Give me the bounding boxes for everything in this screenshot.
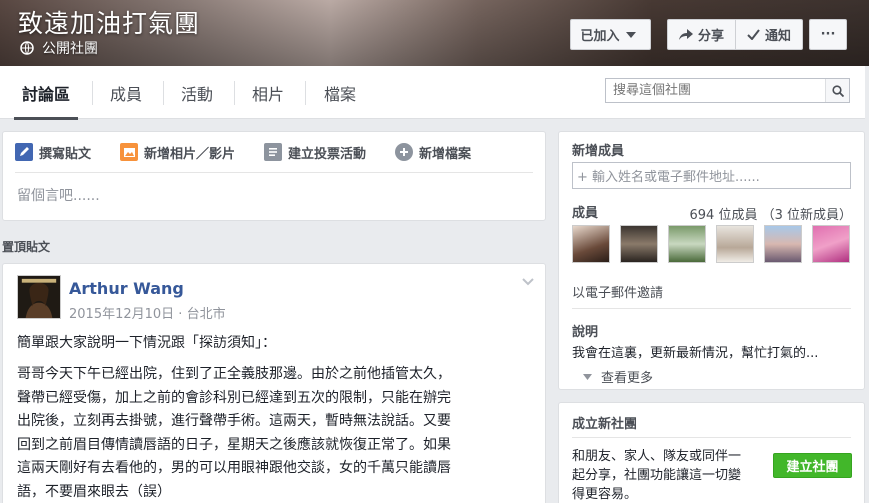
description-heading: 說明 [572, 325, 599, 340]
tab-divider [92, 81, 93, 105]
see-more-label: 查看更多 [601, 371, 654, 386]
share-label: 分享 [697, 29, 724, 44]
invite-by-email-link[interactable]: 以電子郵件邀請 [572, 282, 663, 301]
members-heading[interactable]: 成員 [572, 202, 598, 221]
new-members-heading: 新增成員 [572, 144, 625, 159]
composer-input[interactable]: 留個言吧...... [17, 185, 100, 205]
composer-tab-file[interactable]: 新增檔案 [395, 143, 471, 162]
chevron-down-icon[interactable] [522, 278, 534, 286]
post-body-line: 這兩天剛好有去看他的，男的可以用眼神跟他交談，女的千萬只能讀唇 [17, 460, 451, 476]
author-avatar[interactable] [17, 275, 61, 319]
post-timestamp[interactable]: 2015年12月10日 · 台北市 [69, 303, 226, 322]
create-group-text-line: 和朋友、家人、隊友或同伴一 [572, 449, 742, 464]
create-group-text-line: 起分享，社團功能讓這一切變 [572, 468, 742, 483]
member-avatar[interactable] [716, 225, 754, 263]
group-info-card: 新增成員 + 輸入姓名或電子郵件地址...... 成員 694 位成員 （3 位… [558, 131, 865, 390]
post-composer: 撰寫貼文 新增相片／影片 建立投票活動 新增檔案 留個言吧...... [2, 131, 546, 221]
tab-discussion[interactable]: 討論區 [14, 66, 78, 120]
composer-tab-photo-label: 新增相片／影片 [144, 146, 236, 162]
composer-tab-file-label: 新增檔案 [419, 146, 472, 162]
post-body-line: 聲帶已經受傷，加上之前的會診科別已經達到五次的限制，只能在辦完 [17, 389, 451, 406]
group-tab-bar: 討論區 成員 活動 相片 檔案 [0, 66, 865, 120]
group-title[interactable]: 致遠加油打氣團 [18, 4, 200, 40]
search-icon [831, 84, 844, 97]
notify-button[interactable]: 通知 [735, 19, 803, 50]
tab-members[interactable]: 成員 [100, 66, 152, 119]
create-group-card: 成立新社團 和朋友、家人、隊友或同伴一 起分享，社團功能讓這一切變 得更容易。 … [558, 402, 865, 503]
photo-icon [120, 143, 139, 161]
post-body-line: 出院後，立刻再去掛號，進行聲帶手術。這兩天，暫時無法說話。又要 [17, 413, 451, 429]
composer-tab-write[interactable]: 撰寫貼文 [15, 143, 91, 162]
add-member-input[interactable]: + 輸入姓名或電子郵件地址...... [572, 162, 851, 189]
member-avatar[interactable] [572, 225, 610, 263]
group-description: 我會在這裏，更新最新情況，幫忙打氣的... [572, 346, 819, 361]
more-button[interactable]: ··· [809, 19, 847, 50]
notify-label: 通知 [764, 29, 791, 44]
caret-down-icon [625, 31, 636, 38]
member-avatar[interactable] [620, 225, 658, 263]
pinned-post: Arthur Wang 2015年12月10日 · 台北市 簡單跟大家說明一下情… [2, 263, 546, 503]
search-button[interactable] [825, 79, 849, 102]
more-icon: ··· [820, 27, 836, 42]
member-thumbnails [572, 225, 860, 263]
share-arrow-icon [678, 28, 693, 40]
composer-divider [15, 172, 533, 173]
tab-divider [305, 81, 306, 105]
create-group-heading: 成立新社團 [572, 417, 638, 432]
globe-icon [20, 41, 34, 55]
pencil-icon [15, 143, 33, 161]
card-divider [572, 437, 851, 438]
composer-tab-photo[interactable]: 新增相片／影片 [120, 143, 235, 162]
post-intro: 簡單跟大家說明一下情況跟「探訪須知」： [17, 335, 276, 351]
see-more-link[interactable]: 查看更多 [583, 367, 653, 386]
joined-label: 已加入 [580, 29, 620, 44]
privacy-text: 公開社團 [42, 41, 98, 57]
post-body-line: 哥哥今天下午已經出院，住到了正全義肢那邊。由於之前他插管太久， [17, 366, 451, 382]
add-file-icon [395, 143, 414, 161]
tab-divider [163, 81, 164, 105]
member-avatar[interactable] [668, 225, 706, 263]
joined-button[interactable]: 已加入 [570, 19, 651, 50]
create-group-button[interactable]: 建立社團 [773, 453, 852, 478]
post-body-line: 回到之前眉目傳情讀唇語的日子，星期天之後應該就恢復正常了。如果 [17, 436, 451, 453]
tab-events[interactable]: 活動 [171, 66, 223, 119]
pinned-post-label: 置頂貼文 [2, 240, 51, 254]
create-group-description: 和朋友、家人、隊友或同伴一 起分享，社團功能讓這一切變 得更容易。 [572, 447, 741, 503]
post-body: 哥哥今天下午已經出院，住到了正全義肢那邊。由於之前他插管太久， 聲帶已經受傷，加… [17, 363, 535, 503]
post-author[interactable]: Arthur Wang [69, 279, 184, 298]
tab-photos[interactable]: 相片 [242, 66, 294, 119]
group-search [605, 78, 850, 103]
poll-icon [264, 143, 283, 161]
composer-tab-poll[interactable]: 建立投票活動 [264, 143, 366, 162]
composer-tab-write-label: 撰寫貼文 [39, 146, 92, 162]
member-avatar[interactable] [764, 225, 802, 263]
caret-down-icon [583, 373, 592, 380]
checkmark-icon [747, 29, 760, 40]
post-body-line: 語，不要眉來眼去（誤） [17, 483, 171, 500]
share-button[interactable]: 分享 [667, 19, 735, 50]
create-group-text-line: 得更容易。 [572, 487, 638, 502]
member-avatar[interactable] [812, 225, 850, 263]
tab-divider [234, 81, 235, 105]
card-divider [572, 308, 851, 309]
search-input[interactable] [606, 79, 825, 102]
privacy-label: 公開社團 [20, 38, 98, 58]
tab-files[interactable]: 檔案 [314, 66, 366, 119]
member-count[interactable]: 694 位成員 （3 位新成員） [690, 204, 852, 223]
composer-tab-poll-label: 建立投票活動 [288, 146, 367, 162]
